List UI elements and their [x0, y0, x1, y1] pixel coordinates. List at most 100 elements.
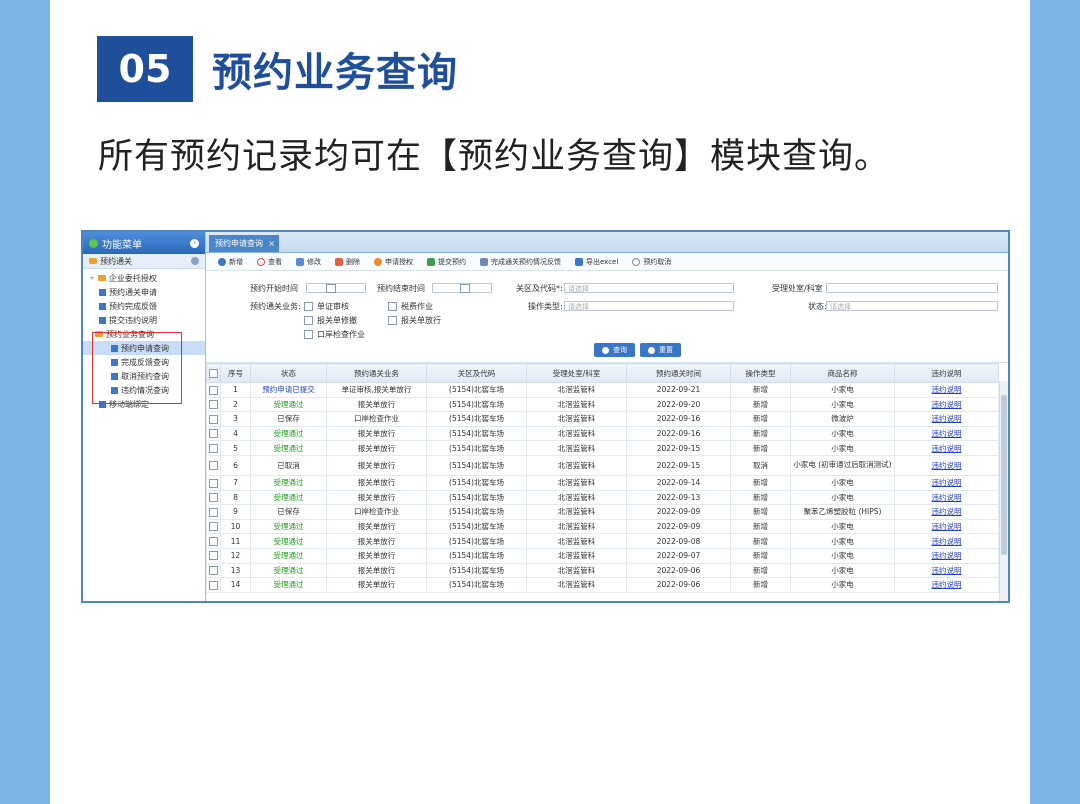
row-checkbox[interactable] — [206, 489, 221, 506]
reset-button[interactable]: 重置 — [640, 343, 681, 357]
table-row[interactable]: 3 已保存 口岸检查作业 (5154)北窖车场 北滘监管科 2022-09-16 新增 微波炉… — [206, 411, 999, 427]
row-violation-link[interactable]: 违约说明 — [894, 577, 999, 593]
sidebar-item-enterprise-auth[interactable]: + 企业委托授权 — [83, 271, 205, 285]
scrollbar-thumb[interactable] — [1001, 395, 1007, 555]
checkbox-doc-review[interactable]: 单证审核 — [304, 301, 349, 312]
checkbox-box[interactable] — [209, 551, 218, 561]
checkbox-box[interactable] — [304, 302, 313, 311]
select-all-checkbox[interactable] — [206, 363, 221, 383]
row-violation-link[interactable]: 违约说明 — [894, 474, 999, 491]
row-checkbox[interactable] — [206, 533, 221, 549]
checkbox-box[interactable] — [304, 316, 313, 325]
submit-button[interactable]: 提交预约 — [427, 257, 466, 267]
checkbox-box[interactable] — [209, 443, 218, 453]
status-select[interactable]: 请选择 — [826, 301, 998, 311]
cancel-reservation-button[interactable]: 预约取消 — [632, 257, 671, 267]
table-row[interactable]: 4 受理通过 报关单放行 (5154)北窖车场 北滘监管科 2022-09-16 新增 小家电… — [206, 425, 999, 442]
checkbox-box[interactable] — [209, 507, 218, 517]
table-row[interactable]: 14 受理通过 报关单放行 (5154)北窖车场 北滘监管科 2022-09-06 新增 小家… — [206, 577, 999, 593]
checkbox-box[interactable] — [388, 316, 397, 325]
checkbox-box[interactable] — [209, 461, 218, 471]
collapse-sidebar-icon[interactable]: ‹ — [190, 238, 199, 248]
row-checkbox[interactable] — [206, 504, 221, 520]
checkbox-box[interactable] — [209, 566, 218, 576]
row-violation-link[interactable]: 违约说明 — [894, 411, 999, 427]
row-violation-link[interactable]: 违约说明 — [894, 533, 999, 549]
checkbox-box[interactable] — [209, 478, 218, 488]
row-checkbox[interactable] — [206, 562, 221, 579]
feedback-button[interactable]: 完成通关预约情况反馈 — [480, 257, 561, 267]
table-row[interactable]: 8 受理通过 报关单放行 (5154)北窖车场 北滘监管科 2022-09-13 新增 小家电… — [206, 489, 999, 506]
checkbox-box[interactable] — [209, 522, 218, 532]
row-checkbox[interactable] — [206, 440, 221, 456]
row-violation-link[interactable]: 违约说明 — [894, 382, 999, 398]
checkbox-tax[interactable]: 税费作业 — [388, 301, 433, 312]
row-violation-link[interactable]: 违约说明 — [894, 562, 999, 579]
row-violation-link[interactable]: 违约说明 — [894, 454, 999, 476]
checkbox-box[interactable] — [388, 302, 397, 311]
checkbox-box[interactable] — [209, 400, 218, 410]
row-checkbox[interactable] — [206, 547, 221, 564]
row-violation-link[interactable]: 违约说明 — [894, 396, 999, 413]
vertical-scrollbar[interactable] — [999, 381, 1008, 601]
row-checkbox[interactable] — [206, 577, 221, 593]
row-checkbox[interactable] — [206, 396, 221, 413]
export-excel-button[interactable]: 导出excel — [575, 257, 618, 267]
close-icon[interactable]: × — [268, 235, 275, 252]
row-violation-link[interactable]: 违约说明 — [894, 547, 999, 564]
row-violation-link[interactable]: 违约说明 — [894, 518, 999, 535]
table-row[interactable]: 7 受理通过 报关单放行 (5154)北窖车场 北滘监管科 2022-09-14 新增 小家电… — [206, 474, 999, 491]
row-checkbox[interactable] — [206, 474, 221, 491]
table-row[interactable]: 12 受理通过 报关单放行 (5154)北窖车场 北滘监管科 2022-09-07 新增 小家… — [206, 547, 999, 564]
calendar-icon[interactable] — [326, 284, 336, 293]
add-button[interactable]: 新增 — [218, 257, 243, 267]
checkbox-revise[interactable]: 报关单修撤 — [304, 315, 357, 326]
start-time-input[interactable] — [306, 283, 366, 293]
checkbox-box[interactable] — [209, 580, 218, 590]
row-checkbox[interactable] — [206, 454, 221, 476]
table-row[interactable]: 1 预约申请已提交 单证审核,报关单放行 (5154)北窖车场 北滘监管科 2022-09… — [206, 382, 999, 398]
row-checkbox[interactable] — [206, 518, 221, 535]
dept-input[interactable] — [826, 283, 998, 293]
row-violation-link[interactable]: 违约说明 — [894, 440, 999, 456]
table-row[interactable]: 6 已取消 报关单放行 (5154)北窖车场 北滘监管科 2022-09-15 取消 小家电 … — [206, 454, 999, 476]
table-row[interactable]: 10 受理通过 报关单放行 (5154)北窖车场 北滘监管科 2022-09-09 新增 小家… — [206, 518, 999, 535]
calendar-icon[interactable] — [460, 284, 470, 293]
row-violation-link[interactable]: 违约说明 — [894, 504, 999, 520]
checkbox-release[interactable]: 报关单放行 — [388, 315, 441, 326]
row-checkbox[interactable] — [206, 382, 221, 398]
checkbox-box[interactable] — [209, 385, 218, 395]
sidebar-item-feedback[interactable]: 预约完成反馈 — [83, 299, 205, 313]
row-violation-link[interactable]: 违约说明 — [894, 489, 999, 506]
view-button[interactable]: 查看 — [257, 257, 282, 267]
checkbox-box[interactable] — [209, 429, 218, 439]
row-index: 12 — [220, 547, 251, 564]
checkbox-box[interactable] — [209, 536, 218, 546]
op-type-select[interactable]: 请选择 — [564, 301, 734, 311]
table-row[interactable]: 2 受理通过 报关单放行 (5154)北窖车场 北滘监管科 2022-09-20 新增 小家电… — [206, 396, 999, 413]
table-row[interactable]: 11 受理通过 报关单放行 (5154)北窖车场 北滘监管科 2022-09-08 新增 小家… — [206, 533, 999, 549]
tab-apply-query[interactable]: 预约申请查询 × — [209, 235, 279, 252]
checkbox-box[interactable] — [304, 330, 313, 339]
checkbox-box[interactable] — [209, 493, 218, 503]
sidebar-item-apply[interactable]: 预约通关申请 — [83, 285, 205, 299]
table-row[interactable]: 13 受理通过 报关单放行 (5154)北窖车场 北滘监管科 2022-09-06 新增 小家… — [206, 562, 999, 579]
row-checkbox[interactable] — [206, 425, 221, 442]
table-row[interactable]: 9 已保存 口岸检查作业 (5154)北窖车场 北滘监管科 2022-09-09 新增 聚苯乙… — [206, 504, 999, 520]
delete-button[interactable]: 删除 — [335, 257, 360, 267]
send-icon — [427, 257, 435, 266]
group-collapse-icon[interactable] — [191, 257, 199, 265]
edit-button[interactable]: 修改 — [296, 257, 321, 267]
area-select[interactable]: 请选择 — [564, 283, 734, 293]
column-header: 操作类型 — [730, 363, 791, 383]
checkbox-box[interactable] — [209, 368, 218, 378]
checkbox-box[interactable] — [209, 414, 218, 424]
sidebar-item-violation[interactable]: 提交违约说明 — [83, 313, 205, 327]
row-checkbox[interactable] — [206, 411, 221, 427]
checkbox-port-inspection[interactable]: 口岸检查作业 — [304, 329, 365, 340]
sidebar-group[interactable]: 预约通关 — [83, 254, 205, 269]
row-violation-link[interactable]: 违约说明 — [894, 425, 999, 442]
query-button[interactable]: 查询 — [594, 343, 635, 357]
table-row[interactable]: 5 受理通过 报关单放行 (5154)北窖车场 北滘监管科 2022-09-15 新增 小家电… — [206, 440, 999, 456]
apply-auth-button[interactable]: 申请授权 — [374, 257, 413, 267]
